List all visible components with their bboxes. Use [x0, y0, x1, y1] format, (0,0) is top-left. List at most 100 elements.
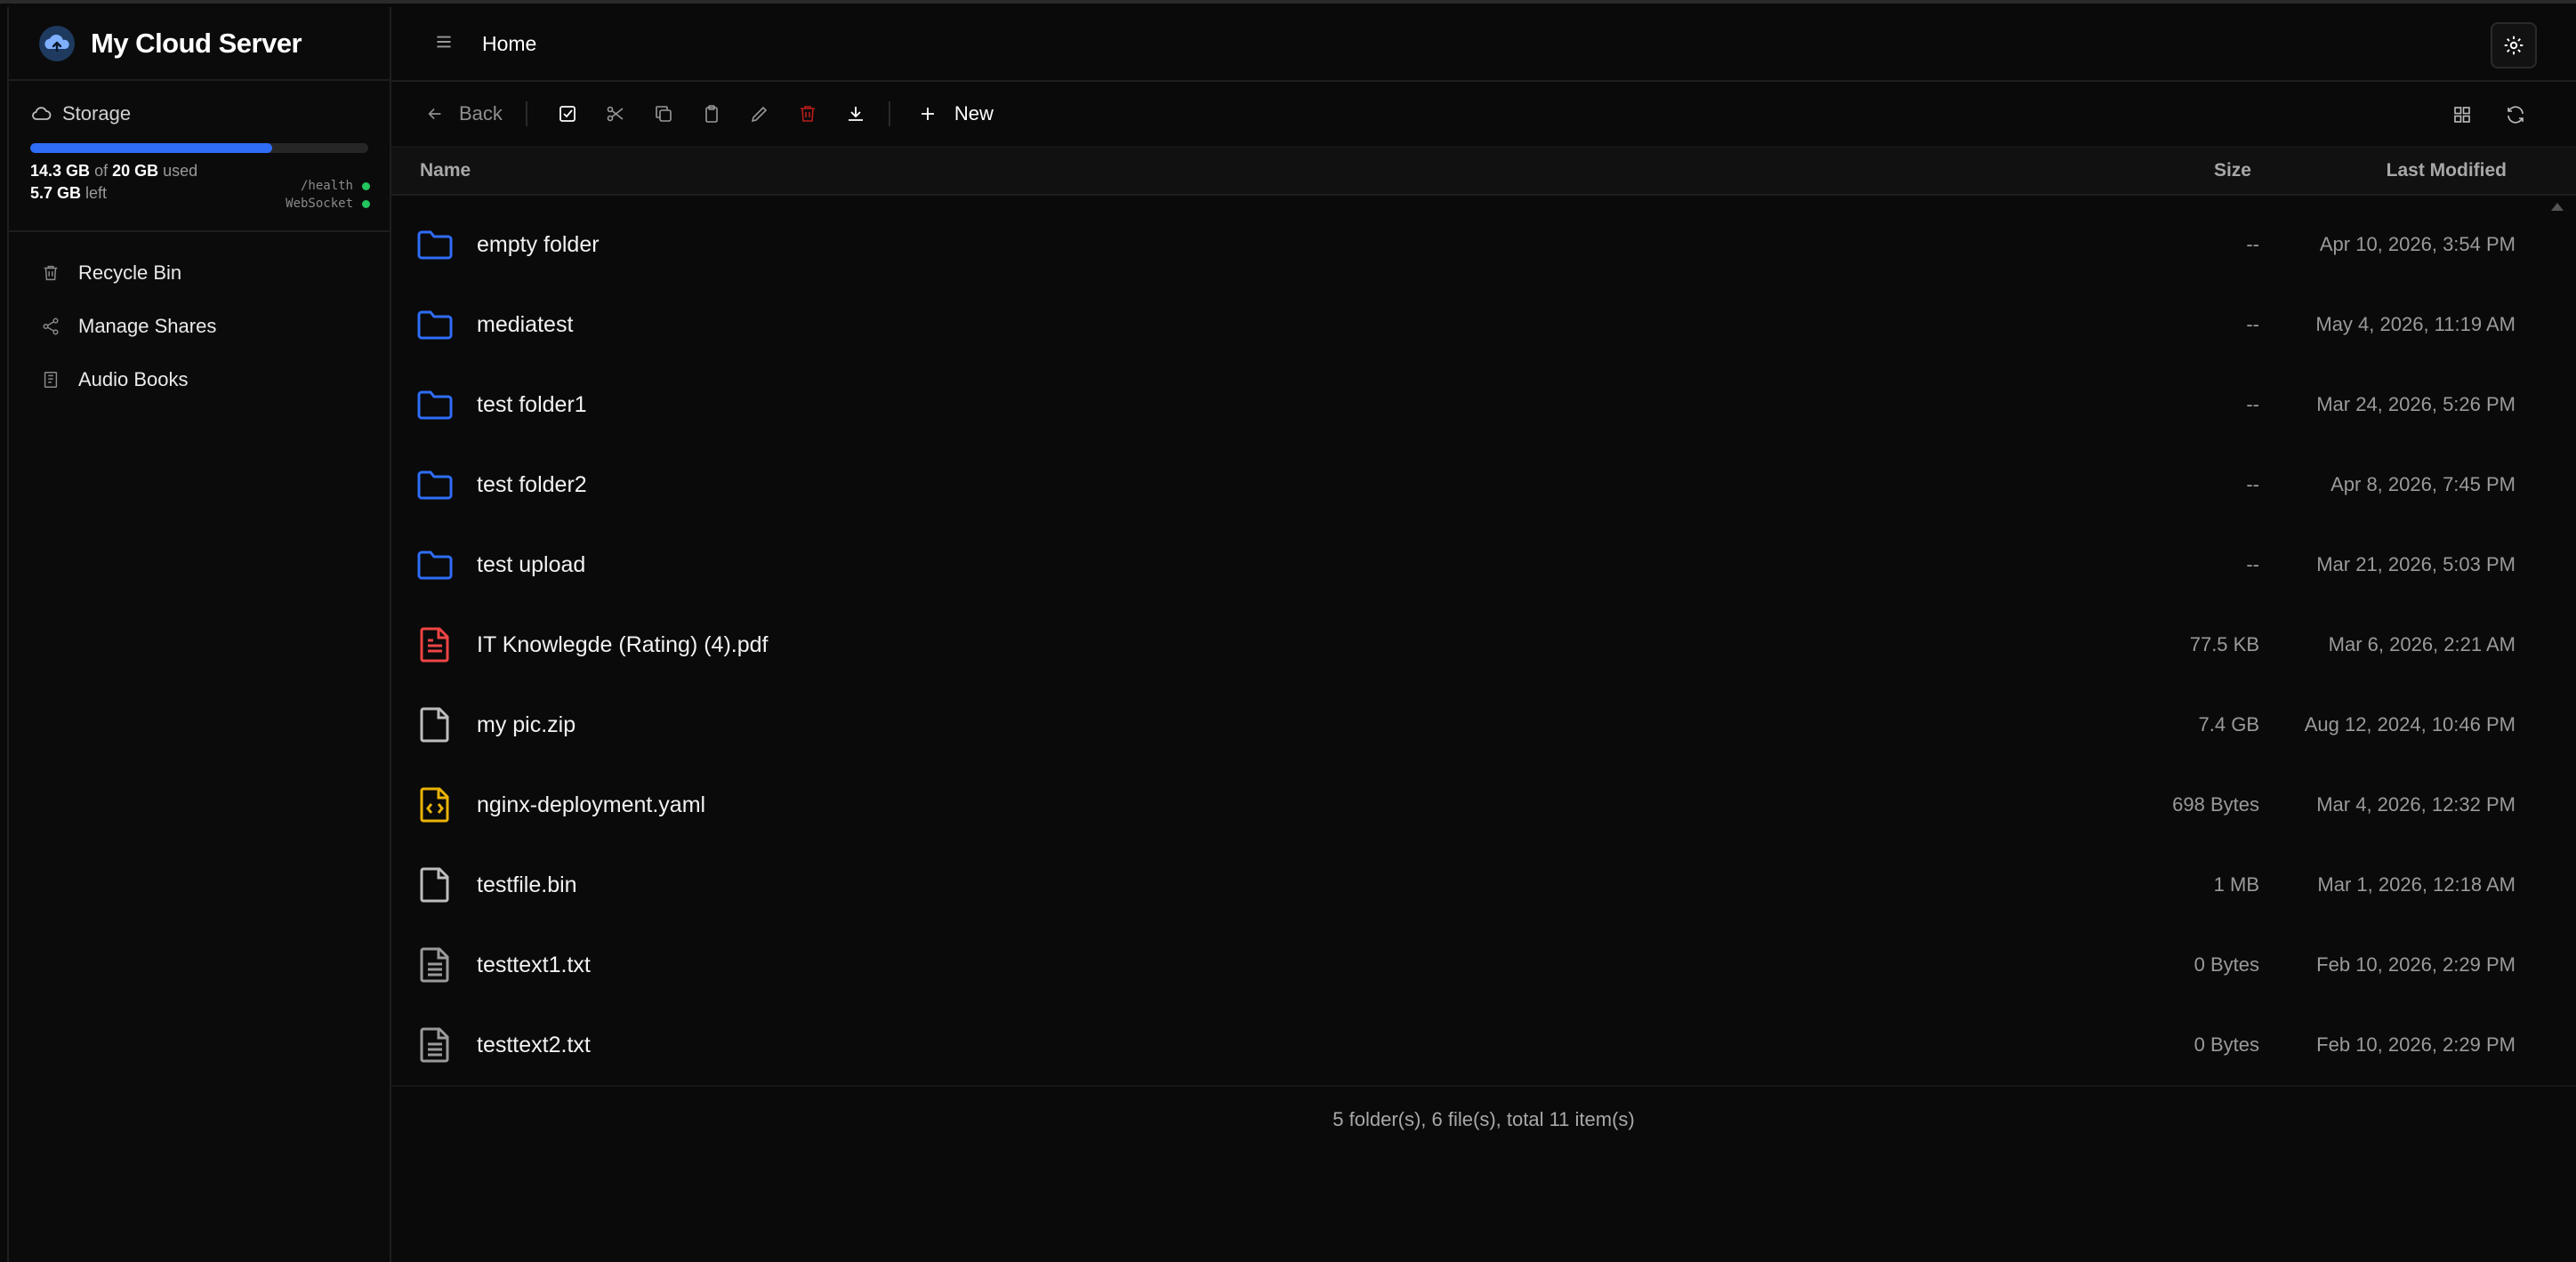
cloud-icon	[32, 107, 52, 120]
file-size: 0 Bytes	[2194, 953, 2259, 976]
storage-used-value: 14.3 GB	[30, 162, 91, 180]
file-row[interactable]: testtext1.txt 0 Bytes Feb 10, 2026, 2:29 P…	[391, 925, 2576, 1005]
folder-row[interactable]: test folder2 -- Apr 8, 2026, 7:45 PM	[391, 445, 2576, 525]
file-modified: Feb 10, 2026, 2:29 PM	[2316, 953, 2516, 976]
file-modified: Mar 1, 2026, 12:18 AM	[2317, 873, 2516, 896]
folder-icon	[415, 464, 455, 505]
new-button[interactable]: New	[917, 102, 994, 125]
delete-button[interactable]	[784, 92, 832, 136]
storage-usage-bar	[30, 143, 368, 153]
file-name: test folder2	[477, 471, 587, 497]
file-size: 698 Bytes	[2172, 793, 2259, 816]
folder-row[interactable]: empty folder -- Apr 10, 2026, 3:54 PM	[391, 205, 2576, 285]
file-name: IT Knowlegde (Rating) (4).pdf	[477, 631, 769, 657]
sidebar: My Cloud Server Storage 14.3 GB of 20 GB…	[7, 7, 391, 1262]
file-size: --	[2246, 553, 2259, 575]
share-icon	[43, 318, 59, 335]
websocket-status: WebSocket	[286, 195, 370, 213]
folder-icon	[415, 224, 455, 265]
file-list: empty folder -- Apr 10, 2026, 3:54 PM media…	[391, 196, 2576, 1085]
file-row[interactable]: testtext2.txt 0 Bytes Feb 10, 2026, 2:29 P…	[391, 1005, 2576, 1085]
column-header-modified[interactable]: Last Modified	[2387, 160, 2507, 181]
storage-of-word: of	[94, 162, 109, 180]
folder-icon	[415, 304, 455, 345]
list-divider	[391, 1085, 2576, 1087]
menu-button[interactable]	[432, 30, 455, 58]
file-size: 1 MB	[2213, 873, 2259, 896]
breadcrumb[interactable]: Home	[482, 32, 536, 56]
trash-icon	[44, 265, 58, 281]
cut-button[interactable]	[592, 92, 640, 136]
connection-status: /health WebSocket	[286, 177, 370, 213]
app-window: My Cloud Server Storage 14.3 GB of 20 GB…	[0, 0, 2576, 1262]
folder-row[interactable]: mediatest -- May 4, 2026, 11:19 AM	[391, 285, 2576, 365]
cut-icon	[607, 106, 624, 122]
copy-button[interactable]	[640, 92, 688, 136]
rename-button[interactable]	[736, 92, 784, 136]
storage-title: Storage	[62, 102, 132, 125]
file-size: 0 Bytes	[2194, 1033, 2259, 1056]
toolbar-divider	[888, 101, 890, 126]
storage-usage-fill	[30, 143, 272, 153]
file-name: testfile.bin	[477, 872, 577, 897]
copy-icon	[656, 106, 672, 122]
sidebar-item-label: Manage Shares	[78, 315, 217, 337]
folder-row[interactable]: test folder1 -- Mar 24, 2026, 5:26 PM	[391, 365, 2576, 445]
storage-panel: Storage 14.3 GB of 20 GB used 5.7 GB lef…	[9, 81, 390, 232]
file-row[interactable]: testfile.bin 1 MB Mar 1, 2026, 12:18 AM	[391, 845, 2576, 925]
delete-icon	[800, 106, 815, 122]
file-modified: Feb 10, 2026, 2:29 PM	[2316, 1033, 2516, 1056]
file-name: test folder1	[477, 391, 587, 417]
file-size: --	[2246, 393, 2259, 415]
sidebar-item-audio-books[interactable]: Audio Books	[9, 353, 390, 406]
column-header-name[interactable]: Name	[420, 160, 471, 181]
sidebar-item-manage-shares[interactable]: Manage Shares	[9, 300, 390, 353]
file-modified: Mar 4, 2026, 12:32 PM	[2316, 793, 2516, 816]
file-modified: Apr 8, 2026, 7:45 PM	[2330, 473, 2516, 495]
settings-button[interactable]	[2491, 22, 2537, 68]
sidebar-item-recycle-bin[interactable]: Recycle Bin	[9, 246, 390, 300]
sidebar-item-label: Audio Books	[78, 368, 189, 390]
storage-left-word: left	[85, 184, 108, 202]
file-icon	[415, 704, 455, 745]
websocket-status-dot	[362, 199, 370, 208]
paste-icon	[705, 105, 718, 123]
app-title: My Cloud Server	[91, 27, 302, 59]
download-button[interactable]	[832, 92, 880, 136]
select-all-button[interactable]	[543, 92, 592, 136]
file-size: --	[2246, 313, 2259, 335]
storage-left-value: 5.7 GB	[30, 184, 82, 202]
file-name: mediatest	[477, 311, 574, 337]
folder-row[interactable]: test upload -- Mar 21, 2026, 5:03 PM	[391, 525, 2576, 605]
book-icon	[44, 372, 58, 388]
brand[interactable]: My Cloud Server	[9, 7, 390, 81]
file-modified: Mar 6, 2026, 2:21 AM	[2328, 633, 2516, 655]
pdf-file-icon	[415, 624, 455, 665]
menu-icon	[437, 36, 451, 47]
back-button[interactable]: Back	[425, 102, 503, 125]
column-header-size[interactable]: Size	[2214, 160, 2251, 181]
sidebar-item-label: Recycle Bin	[78, 261, 182, 284]
paste-button[interactable]	[688, 92, 736, 136]
file-modified: Apr 10, 2026, 3:54 PM	[2319, 233, 2516, 255]
file-row[interactable]: my pic.zip 7.4 GB Aug 12, 2024, 10:46 PM	[391, 685, 2576, 765]
file-name: testtext1.txt	[477, 952, 591, 977]
file-size: 77.5 KB	[2189, 633, 2259, 655]
file-size: --	[2246, 473, 2259, 495]
storage-used-word: used	[163, 162, 198, 180]
plus-icon	[921, 108, 934, 120]
file-row[interactable]: IT Knowlegde (Rating) (4).pdf 77.5 KB Mar …	[391, 605, 2576, 685]
grid-view-button[interactable]	[2435, 92, 2489, 137]
file-modified: Mar 24, 2026, 5:26 PM	[2316, 393, 2516, 415]
main-panel: Home Back New Name Size Last Modified em…	[391, 7, 2576, 1262]
folder-icon	[415, 384, 455, 425]
health-label: /health	[300, 179, 353, 193]
folder-icon	[415, 544, 455, 585]
file-row[interactable]: nginx-deployment.yaml 698 Bytes Mar 4, 202…	[391, 765, 2576, 845]
storage-total-value: 20 GB	[112, 162, 159, 180]
arrow-left-icon	[428, 108, 441, 120]
text-file-icon	[415, 1025, 455, 1065]
file-modified: May 4, 2026, 11:19 AM	[2315, 313, 2516, 335]
health-status-dot	[362, 181, 370, 190]
refresh-button[interactable]	[2489, 92, 2542, 137]
